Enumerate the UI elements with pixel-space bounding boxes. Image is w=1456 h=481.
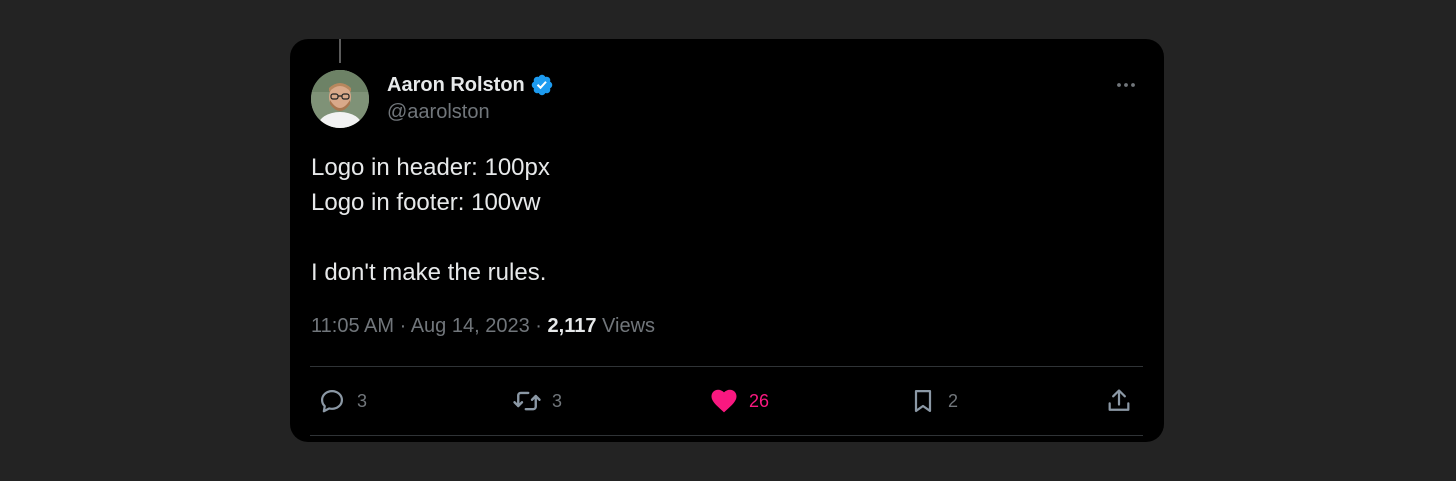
like-count: 26 (749, 390, 770, 411)
reply-icon (317, 386, 347, 416)
tweet-text: Logo in header: 100px Logo in footer: 10… (311, 150, 550, 290)
avatar-image (311, 70, 369, 128)
tweet-text-line (311, 220, 550, 255)
reply-count: 3 (357, 390, 368, 411)
bookmark-count: 2 (948, 390, 959, 411)
views-count: 2,117 (547, 315, 597, 337)
more-dots-icon (1117, 83, 1135, 87)
tweet-text-line: I don't make the rules. (311, 259, 547, 286)
author-handle[interactable]: @aarolston (387, 101, 490, 124)
tweet-text-line: Logo in header: 100px (311, 154, 550, 181)
bookmark-icon (908, 386, 938, 416)
verified-badge-icon (530, 73, 554, 97)
thread-line (339, 39, 341, 63)
divider-top (310, 366, 1143, 367)
reply-button[interactable]: 3 (317, 385, 367, 417)
views-label: Views (602, 315, 656, 337)
tweet-metadata: 11:05 AM · Aug 14, 2023 · 2,117 Views (311, 315, 655, 338)
bookmark-button[interactable]: 2 (908, 385, 958, 417)
retweet-button[interactable]: 3 (512, 385, 562, 417)
tweet-date[interactable]: Aug 14, 2023 (411, 315, 530, 337)
heart-icon (709, 386, 739, 416)
author-name-row[interactable]: Aaron Rolston (387, 72, 554, 98)
share-icon (1104, 386, 1134, 416)
like-button[interactable]: 26 (709, 385, 769, 417)
retweet-count: 3 (552, 390, 563, 411)
tweet-text-line: Logo in footer: 100vw (311, 189, 541, 216)
retweet-icon (512, 386, 542, 416)
tweet-card: Aaron Rolston @aarolston Logo in header:… (290, 39, 1164, 442)
meta-separator: · (535, 315, 542, 337)
author-display-name[interactable]: Aaron Rolston (387, 74, 525, 97)
avatar[interactable] (311, 70, 369, 128)
share-button[interactable] (1104, 385, 1134, 417)
meta-separator: · (399, 315, 407, 337)
tweet-time[interactable]: 11:05 AM (311, 315, 394, 337)
divider-bottom (310, 435, 1143, 436)
more-options-button[interactable] (1114, 73, 1138, 97)
